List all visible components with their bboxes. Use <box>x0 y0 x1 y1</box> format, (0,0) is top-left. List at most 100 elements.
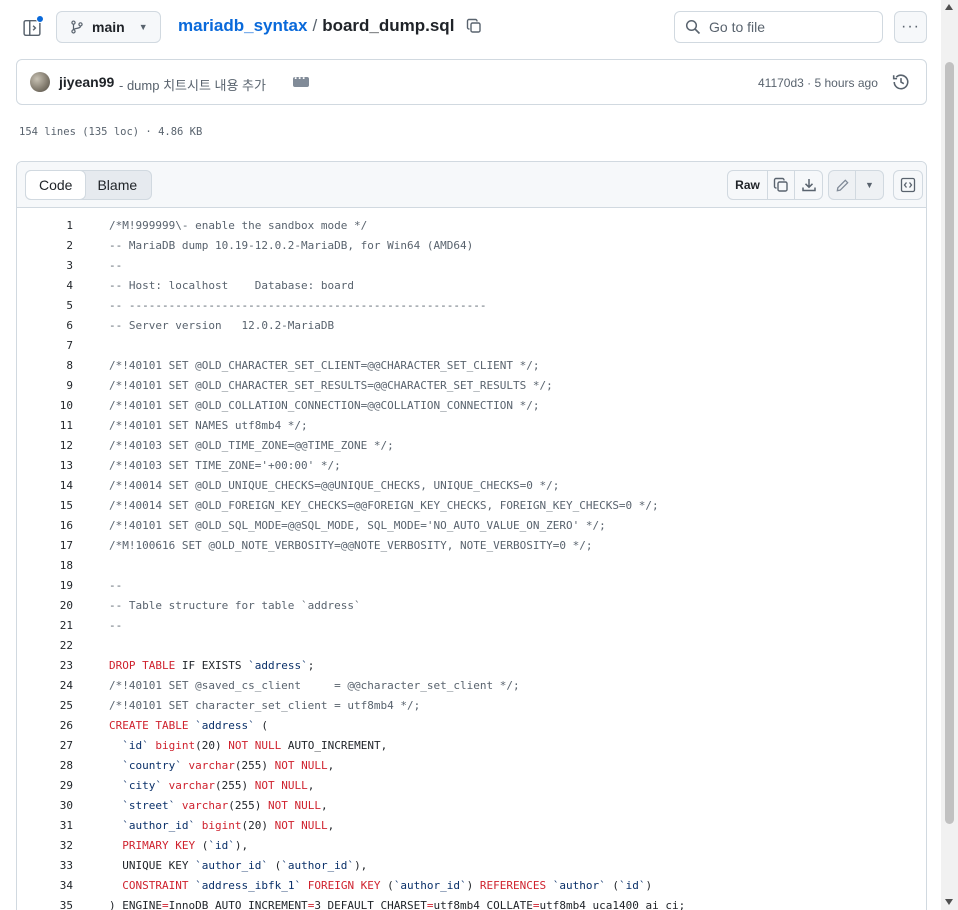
code-token: varchar <box>181 799 229 812</box>
top-bar: main ▼ mariadb_syntax / board_dump.sql G… <box>0 0 940 56</box>
line-number[interactable]: 18 <box>17 556 73 576</box>
code-line: 9 /*!40101 SET @OLD_CHARACTER_SET_RESULTS… <box>17 376 926 396</box>
line-number[interactable]: 1 <box>17 216 73 236</box>
tab-blame[interactable]: Blame <box>85 171 151 199</box>
line-number[interactable]: 10 <box>17 396 73 416</box>
code-token: varchar <box>168 779 215 792</box>
line-number[interactable]: 19 <box>17 576 73 596</box>
line-number[interactable]: 14 <box>17 476 73 496</box>
notification-dot <box>36 15 44 23</box>
copy-icon <box>467 18 482 33</box>
line-number[interactable]: 23 <box>17 656 73 676</box>
line-content: /*!40101 SET character_set_client = utf8… <box>109 696 420 716</box>
line-number[interactable]: 35 <box>17 896 73 910</box>
code-line: 24 /*!40101 SET @saved_cs_client = @@char… <box>17 676 926 696</box>
line-content: -- <box>109 576 122 596</box>
scrollbar[interactable] <box>941 0 958 910</box>
line-number[interactable]: 11 <box>17 416 73 436</box>
line-number[interactable]: 4 <box>17 276 73 296</box>
line-number[interactable]: 15 <box>17 496 73 516</box>
copy-icon <box>773 177 788 192</box>
more-options-button[interactable]: ··· <box>894 11 927 43</box>
code-token: `city` <box>122 779 162 792</box>
line-number[interactable]: 33 <box>17 856 73 876</box>
line-number[interactable]: 12 <box>17 436 73 456</box>
go-to-file-input[interactable]: Go to file <box>674 11 883 43</box>
code-token: -- Host: localhost Database: board <box>109 279 355 292</box>
tab-code[interactable]: Code <box>25 170 87 200</box>
line-number[interactable]: 25 <box>17 696 73 716</box>
code-line: 4 -- Host: localhost Database: board <box>17 276 926 296</box>
line-number[interactable]: 32 <box>17 836 73 856</box>
code-token: , <box>327 759 335 772</box>
code-line: 2 -- MariaDB dump 10.19-12.0.2-MariaDB, f… <box>17 236 926 256</box>
code-token: bigint <box>201 819 242 832</box>
code-token: , <box>307 779 315 792</box>
code-token: NOT NULL <box>267 799 321 812</box>
line-number[interactable]: 20 <box>17 596 73 616</box>
code-token: `author` <box>552 879 606 892</box>
code-line: 14 /*!40014 SET @OLD_UNIQUE_CHECKS=@@UNIQ… <box>17 476 926 496</box>
code-toolbar: Code Blame Raw ▼ <box>17 162 926 208</box>
scroll-up-arrow-icon[interactable] <box>945 4 953 10</box>
line-number[interactable]: 7 <box>17 336 73 356</box>
scrollbar-thumb[interactable] <box>945 62 954 824</box>
raw-button[interactable]: Raw <box>728 171 768 199</box>
copy-raw-button[interactable] <box>768 171 795 199</box>
code-line: 16 /*!40101 SET @OLD_SQL_MODE=@@SQL_MODE,… <box>17 516 926 536</box>
copy-path-button[interactable] <box>466 18 482 34</box>
view-toggle: Code Blame <box>25 170 153 200</box>
line-number[interactable]: 24 <box>17 676 73 696</box>
code-token: /*!40103 SET TIME_ZONE='+00:00' */; <box>109 459 341 472</box>
edit-button[interactable] <box>829 171 856 199</box>
line-number[interactable]: 28 <box>17 756 73 776</box>
line-number[interactable]: 34 <box>17 876 73 896</box>
line-number[interactable]: 8 <box>17 356 73 376</box>
avatar[interactable] <box>30 72 50 92</box>
scroll-down-arrow-icon[interactable] <box>945 899 953 905</box>
line-content: CONSTRAINT `address_ibfk_1` FOREIGN KEY … <box>109 876 652 896</box>
line-content: /*!40101 SET @OLD_CHARACTER_SET_RESULTS=… <box>109 376 553 396</box>
code-token: CREATE TABLE <box>109 719 189 732</box>
line-number[interactable]: 22 <box>17 636 73 656</box>
code-token: ( <box>267 859 282 872</box>
line-number[interactable]: 5 <box>17 296 73 316</box>
sidebar-toggle-button[interactable] <box>18 14 46 42</box>
symbols-panel-button[interactable] <box>893 170 923 200</box>
line-number[interactable]: 16 <box>17 516 73 536</box>
line-number[interactable]: 13 <box>17 456 73 476</box>
line-number[interactable]: 31 <box>17 816 73 836</box>
line-number[interactable]: 30 <box>17 796 73 816</box>
code-lines[interactable]: 1 /*M!999999\- enable the sandbox mode */… <box>17 208 926 910</box>
repo-link[interactable]: mariadb_syntax <box>178 16 307 36</box>
line-content: /*!40101 SET NAMES utf8mb4 */; <box>109 416 308 436</box>
expand-commit-button[interactable] <box>293 71 309 87</box>
line-number[interactable]: 27 <box>17 736 73 756</box>
commit-message[interactable]: - dump 치트시트 내용 추가 <box>119 75 266 94</box>
line-number[interactable]: 3 <box>17 256 73 276</box>
line-number[interactable]: 29 <box>17 776 73 796</box>
branch-selector-button[interactable]: main ▼ <box>56 11 161 43</box>
line-number[interactable]: 17 <box>17 536 73 556</box>
code-token: /*!40101 SET @OLD_SQL_MODE=@@SQL_MODE, S… <box>109 519 606 532</box>
line-number[interactable]: 6 <box>17 316 73 336</box>
commit-sha-time[interactable]: 41170d3 · 5 hours ago <box>758 76 878 90</box>
edit-dropdown-button[interactable]: ▼ <box>856 171 883 199</box>
download-button[interactable] <box>795 171 822 199</box>
line-content: /*M!100616 SET @OLD_NOTE_VERBOSITY=@@NOT… <box>109 536 592 556</box>
line-number[interactable]: 2 <box>17 236 73 256</box>
commit-author[interactable]: jiyean99 <box>59 74 114 90</box>
history-button[interactable] <box>892 73 910 96</box>
line-number[interactable]: 26 <box>17 716 73 736</box>
code-line: 11 /*!40101 SET NAMES utf8mb4 */; <box>17 416 926 436</box>
line-number[interactable]: 9 <box>17 376 73 396</box>
code-line: 19 -- <box>17 576 926 596</box>
line-content: /*!40101 SET @OLD_COLLATION_CONNECTION=@… <box>109 396 539 416</box>
code-token: `author_id` <box>122 819 196 832</box>
line-number[interactable]: 21 <box>17 616 73 636</box>
code-token: AUTO_INCREMENT, <box>281 739 388 752</box>
